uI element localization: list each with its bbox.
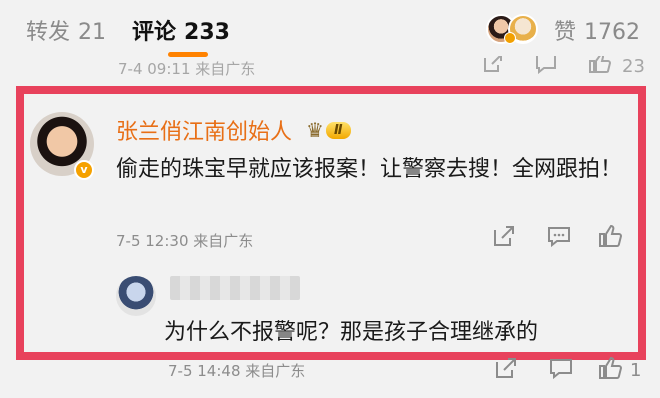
like-icon[interactable]: [588, 56, 612, 80]
comment-tab-bar: 转发 21 评论 233 赞 1762: [0, 0, 660, 57]
share-icon[interactable]: [494, 356, 518, 386]
tab-comments-label: 评论: [132, 20, 177, 45]
share-icon[interactable]: [492, 224, 516, 254]
vip-level: Ⅱ: [325, 121, 351, 139]
tab-forward-count: 21: [78, 20, 107, 45]
reply-like-count: 1: [630, 360, 642, 381]
previous-comment-time: 7-4 09:11 来自广东: [118, 60, 256, 78]
comment-author[interactable]: 张兰俏江南创始人: [116, 114, 292, 146]
reply-time: 7-5 14:48 来自广东: [168, 362, 306, 380]
comment-time: 7-5 12:30 来自广东: [116, 232, 254, 250]
verified-icon: [504, 32, 516, 44]
like-icon[interactable]: [598, 224, 624, 254]
tab-likes-label: 赞: [553, 20, 576, 45]
avatar[interactable]: [116, 276, 156, 316]
tab-comments-count: 233: [184, 20, 230, 45]
vip-badge: ♛ Ⅱ: [306, 118, 351, 142]
reply-text: 为什么不报警呢？那是孩子合理继承的: [164, 320, 539, 345]
tab-likes[interactable]: 赞 1762: [554, 14, 640, 46]
previous-like-count: 23: [622, 56, 645, 77]
tab-likes-count: 1762: [584, 20, 640, 45]
tab-forward[interactable]: 转发 21: [26, 14, 106, 46]
share-icon[interactable]: [482, 56, 504, 80]
comment-icon[interactable]: [546, 224, 572, 254]
previous-comment-footer: 7-4 09:11 来自广东 23: [0, 56, 660, 86]
comment-text: 偷走的珠宝早就应该报案！让警察去搜！全网跟拍！: [116, 157, 623, 182]
like-icon[interactable]: [598, 356, 624, 386]
liker-avatars[interactable]: [486, 14, 546, 44]
vip-crown-icon: ♛: [306, 118, 324, 142]
comment-icon[interactable]: [548, 356, 574, 386]
comment-icon[interactable]: [534, 56, 558, 80]
tab-comments[interactable]: 评论 233: [132, 14, 230, 46]
reply-author-blurred: [170, 276, 300, 300]
verified-icon: v: [74, 160, 94, 180]
tab-forward-label: 转发: [26, 20, 71, 45]
